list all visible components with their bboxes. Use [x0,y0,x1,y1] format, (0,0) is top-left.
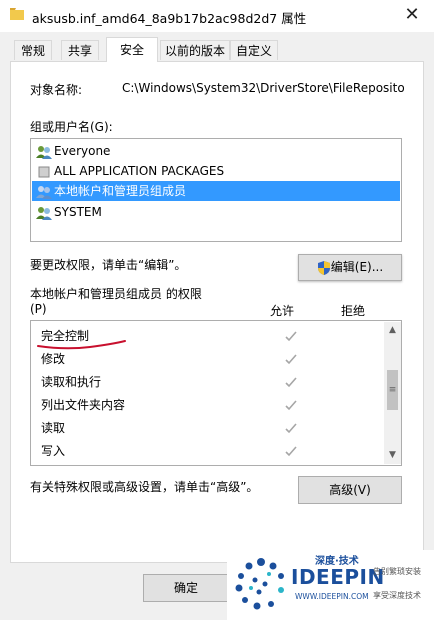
allow-check-icon [285,446,297,457]
list-item[interactable]: SYSTEM [32,202,400,222]
watermark-tagline-1: 告别繁琐安装 [373,567,421,576]
vertical-scrollbar[interactable]: ▲ ≡ ▼ [384,322,401,464]
folder-icon [10,8,24,20]
watermark-url: WWW.IDEEPIN.COM [295,592,369,601]
watermark-tagline-2: 享受深度技术 [373,591,421,600]
scroll-down-icon[interactable]: ▼ [384,447,401,464]
permission-name: 修改 [41,352,66,366]
allow-check-icon [285,400,297,411]
user-group-icon [36,145,52,159]
allow-check-icon [285,331,297,342]
groups-listbox[interactable]: Everyone ALL APPLICATION PACKAGES 本地帐户和管… [30,138,402,242]
tab-general[interactable]: 常规 [14,40,52,60]
scroll-thumb[interactable]: ≡ [387,370,398,410]
permission-name: 写入 [41,444,66,458]
watermark: 深度·技术 IDEEPIN WWW.IDEEPIN.COM 告别繁琐安装 享受深… [227,550,434,620]
title-bar: aksusb.inf_amd64_8a9b17b2ac98d2d7 属性 ✕ [0,0,434,32]
permission-row: 读取和执行 [41,372,297,395]
list-item-label: 本地帐户和管理员组成员 [54,184,187,198]
permission-name: 读取和执行 [41,375,102,389]
tab-sharing[interactable]: 共享 [61,40,99,60]
permission-row: 修改 [41,349,297,372]
allow-check-icon [285,423,297,434]
object-name-label: 对象名称: [30,83,83,97]
permissions-title: 本地帐户和管理员组成员 的权限 [30,287,202,301]
list-item-label: SYSTEM [54,205,102,219]
package-icon [38,166,50,177]
list-item[interactable]: Everyone [32,141,400,161]
red-underline-annotation [37,340,126,350]
groups-label: 组或用户名(G): [30,120,113,134]
list-item-selected[interactable]: 本地帐户和管理员组成员 [32,181,400,201]
user-group-icon [36,185,52,199]
edit-button[interactable]: 编辑(E)... [298,254,402,281]
scroll-up-icon[interactable]: ▲ [384,322,401,339]
edit-button-label: 编辑(E)... [330,260,384,274]
deepin-logo-icon [235,558,284,610]
permission-name: 读取 [41,421,66,435]
user-group-icon [36,206,52,220]
allow-check-icon [285,377,297,388]
permissions-accelerator: (P) [30,302,47,316]
tab-customize[interactable]: 自定义 [230,40,278,60]
window-title: aksusb.inf_amd64_8a9b17b2ac98d2d7 属性 [32,11,307,26]
list-item[interactable]: ALL APPLICATION PACKAGES [32,161,400,181]
advanced-button[interactable]: 高级(V) [298,476,402,504]
uac-shield-icon [317,260,330,275]
list-item-label: ALL APPLICATION PACKAGES [54,164,225,178]
edit-hint: 要更改权限，请单击“编辑”。 [30,258,187,272]
tab-previous-versions[interactable]: 以前的版本 [160,40,230,60]
allow-column-header: 允许 [270,304,295,318]
watermark-brand-en: IDEEPIN [291,565,385,589]
allow-check-icon [285,354,297,365]
object-name-value: C:\Windows\System32\DriverStore\FileRepo… [122,81,404,95]
permission-row: 写入 [41,441,297,464]
permission-row: 读取 [41,418,297,441]
list-item-label: Everyone [54,144,111,158]
deny-column-header: 拒绝 [341,304,366,318]
permissions-list[interactable]: 完全控制 修改 读取和执行 列出文件夹内容 读取 写入 ▲ ≡ ▼ [30,320,402,466]
ok-button[interactable]: 确定 [143,574,229,602]
permission-row: 列出文件夹内容 [41,395,297,418]
close-button[interactable]: ✕ [396,2,428,28]
permission-name: 列出文件夹内容 [41,398,126,412]
tab-security[interactable]: 安全 [106,37,158,62]
advanced-hint: 有关特殊权限或高级设置，请单击“高级”。 [30,480,259,494]
